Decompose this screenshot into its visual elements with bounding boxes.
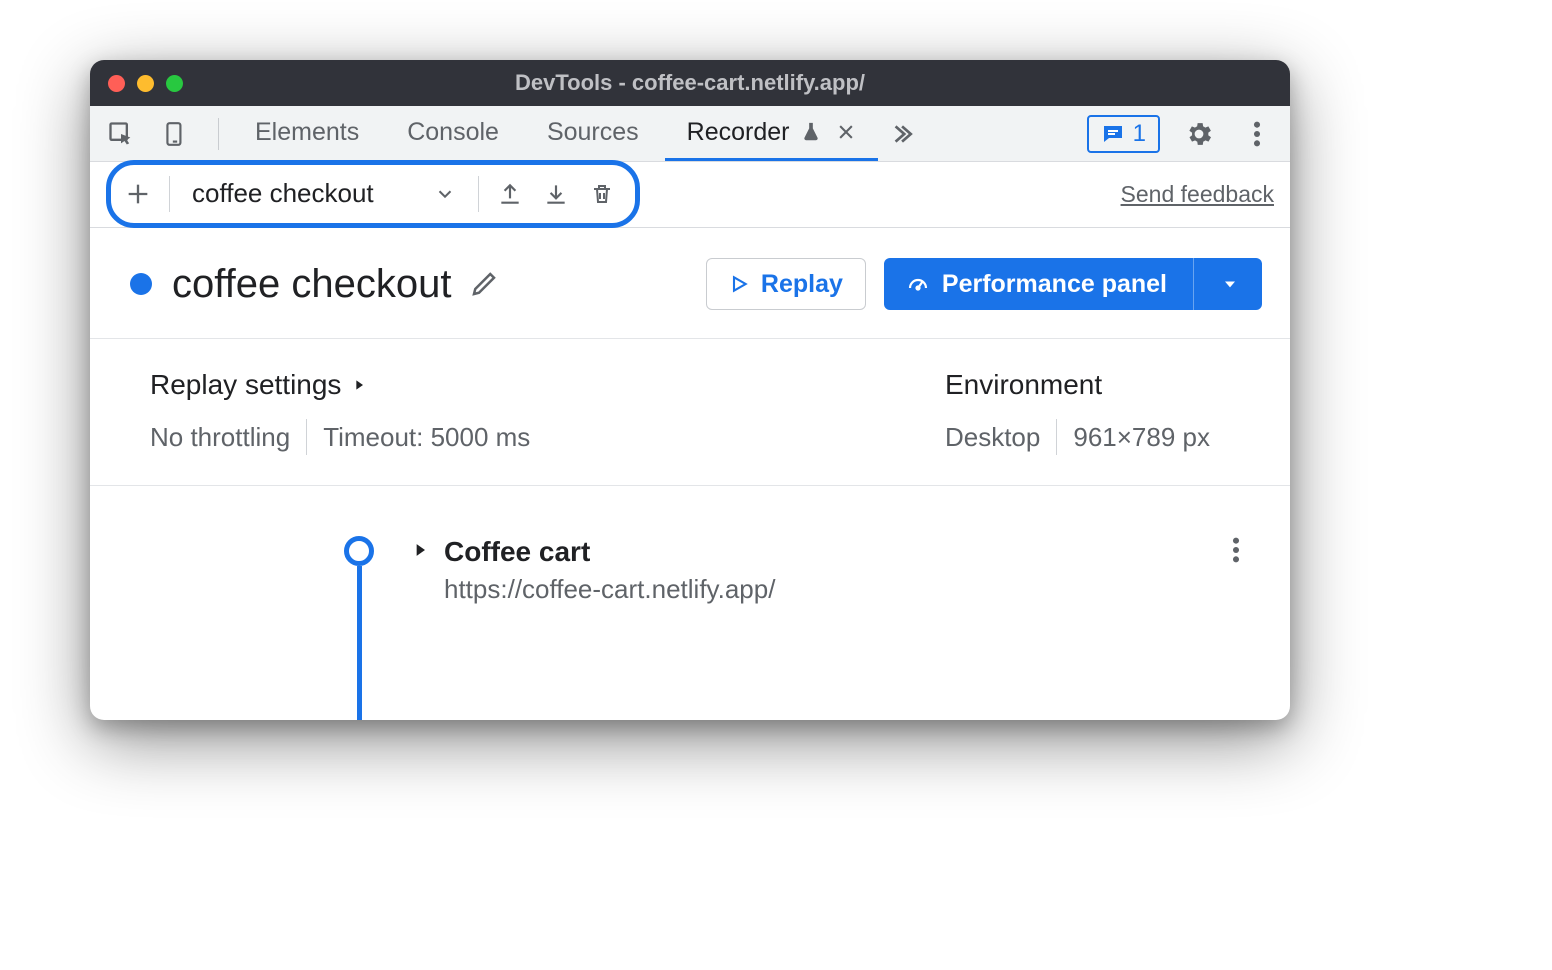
- recorder-toolbar: coffee checkout Send feedback: [90, 162, 1290, 228]
- chat-icon: [1101, 122, 1125, 146]
- separator: [169, 176, 170, 212]
- separator: [1056, 419, 1057, 455]
- environment-section: Environment Desktop 961×789 px: [945, 369, 1250, 455]
- step-url: https://coffee-cart.netlify.app/: [444, 574, 775, 605]
- step-title: Coffee cart: [444, 536, 775, 568]
- replay-settings-title[interactable]: Replay settings: [150, 369, 530, 401]
- gauge-icon: [906, 272, 930, 296]
- replay-label: Replay: [761, 270, 843, 299]
- new-recording-button[interactable]: [119, 175, 157, 213]
- send-feedback-link[interactable]: Send feedback: [1121, 181, 1274, 208]
- tab-console[interactable]: Console: [385, 106, 521, 161]
- separator: [1193, 258, 1194, 310]
- recording-controls-highlight: coffee checkout: [106, 160, 640, 228]
- export-icon[interactable]: [491, 175, 529, 213]
- window-title: DevTools - coffee-cart.netlify.app/: [90, 70, 1290, 96]
- edit-title-icon[interactable]: [469, 269, 499, 299]
- tab-sources[interactable]: Sources: [525, 106, 661, 161]
- performance-panel-dropdown[interactable]: [1206, 274, 1240, 294]
- traffic-lights: [90, 75, 183, 92]
- inspect-element-icon[interactable]: [102, 115, 140, 153]
- steps-timeline: Coffee cart https://coffee-cart.netlify.…: [90, 486, 1290, 605]
- tab-recorder-label: Recorder: [687, 118, 790, 147]
- separator: [218, 118, 219, 150]
- issues-button[interactable]: 1: [1087, 115, 1160, 153]
- kebab-menu-icon[interactable]: [1238, 115, 1276, 153]
- environment-dimensions: 961×789 px: [1073, 422, 1210, 453]
- window-minimize-button[interactable]: [137, 75, 154, 92]
- settings-icon[interactable]: [1180, 115, 1218, 153]
- window-maximize-button[interactable]: [166, 75, 183, 92]
- window-titlebar: DevTools - coffee-cart.netlify.app/: [90, 60, 1290, 106]
- performance-panel-button[interactable]: Performance panel: [884, 258, 1262, 310]
- step-kebab-icon[interactable]: [1232, 536, 1240, 564]
- flask-icon: [800, 121, 822, 143]
- tab-elements[interactable]: Elements: [233, 106, 381, 161]
- replay-settings-section: Replay settings No throttling Timeout: 5…: [150, 369, 530, 455]
- timeout-value: Timeout: 5000 ms: [323, 422, 530, 453]
- play-icon: [729, 274, 749, 294]
- triangle-right-icon: [351, 377, 367, 393]
- separator: [306, 419, 307, 455]
- timeline-node: [344, 536, 374, 566]
- device-toolbar-icon[interactable]: [156, 115, 194, 153]
- recording-select-value: coffee checkout: [192, 178, 374, 209]
- timeline-line: [357, 566, 362, 720]
- close-tab-icon[interactable]: [836, 122, 856, 142]
- recording-select[interactable]: coffee checkout: [182, 178, 466, 209]
- recording-header: coffee checkout Replay Performance panel: [90, 228, 1290, 339]
- more-tabs-icon[interactable]: [882, 115, 920, 153]
- throttling-value: No throttling: [150, 422, 290, 453]
- performance-panel-label: Performance panel: [942, 270, 1167, 299]
- import-icon[interactable]: [537, 175, 575, 213]
- issues-count: 1: [1133, 120, 1146, 148]
- window-close-button[interactable]: [108, 75, 125, 92]
- devtools-tabbar: Elements Console Sources Recorder 1: [90, 106, 1290, 162]
- environment-device: Desktop: [945, 422, 1040, 453]
- settings-row: Replay settings No throttling Timeout: 5…: [90, 339, 1290, 486]
- recording-title: coffee checkout: [172, 262, 451, 307]
- devtools-window: DevTools - coffee-cart.netlify.app/ Elem…: [90, 60, 1290, 720]
- chevron-down-icon: [434, 183, 456, 205]
- separator: [478, 176, 479, 212]
- expand-step-icon[interactable]: [410, 540, 430, 560]
- delete-icon[interactable]: [583, 175, 621, 213]
- recording-status-dot: [130, 273, 152, 295]
- environment-title: Environment: [945, 369, 1210, 401]
- step-row[interactable]: Coffee cart https://coffee-cart.netlify.…: [410, 536, 1250, 605]
- tab-recorder[interactable]: Recorder: [665, 106, 878, 161]
- replay-button[interactable]: Replay: [706, 258, 866, 310]
